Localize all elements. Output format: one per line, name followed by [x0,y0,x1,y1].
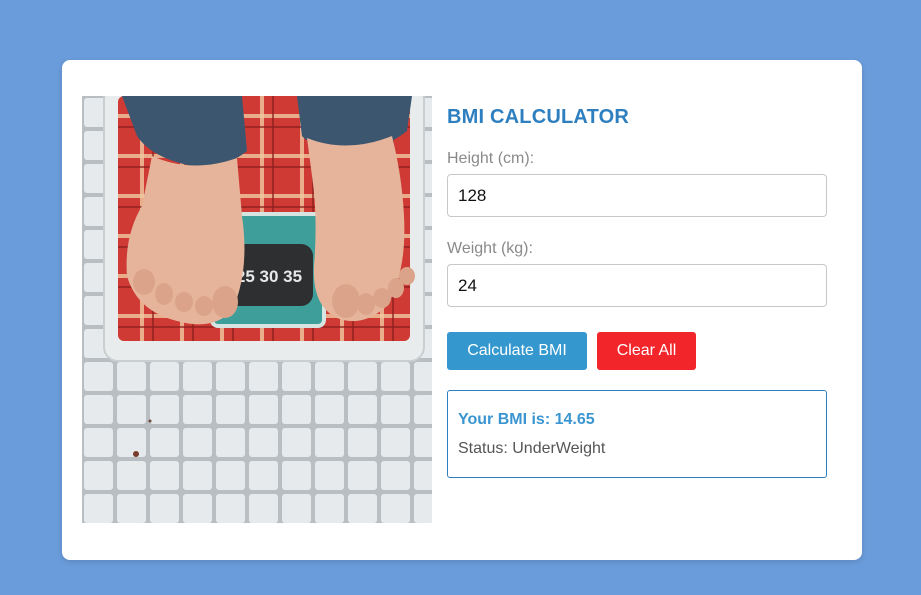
height-label: Height (cm): [447,150,535,167]
clear-all-button[interactable]: Clear All [597,332,696,370]
weight-input[interactable] [447,264,827,307]
weight-label: Weight (kg): [447,240,533,257]
bmi-form: BMI CALCULATOR Height (cm): Weight (kg):… [447,96,827,478]
bmi-status: Status: UnderWeight [458,440,606,457]
height-input[interactable] [447,174,827,217]
scale-photo: 25 30 35 [82,96,432,523]
bmi-result: Your BMI is: 14.65 [458,411,595,428]
bmi-card: 25 30 35 BMI CALCULATOR Height (cm): 128… [62,60,862,560]
calculate-bmi-button[interactable]: Calculate BMI [447,332,587,370]
scale-dial-readout: 25 30 35 [236,267,302,286]
result-box: Your BMI is: 14.65 Status: UnderWeight [447,390,827,478]
button-row: Calculate BMI Clear All [447,332,827,370]
page-title: BMI CALCULATOR [447,106,630,128]
scale-photo-illustration: 25 30 35 [82,96,432,523]
